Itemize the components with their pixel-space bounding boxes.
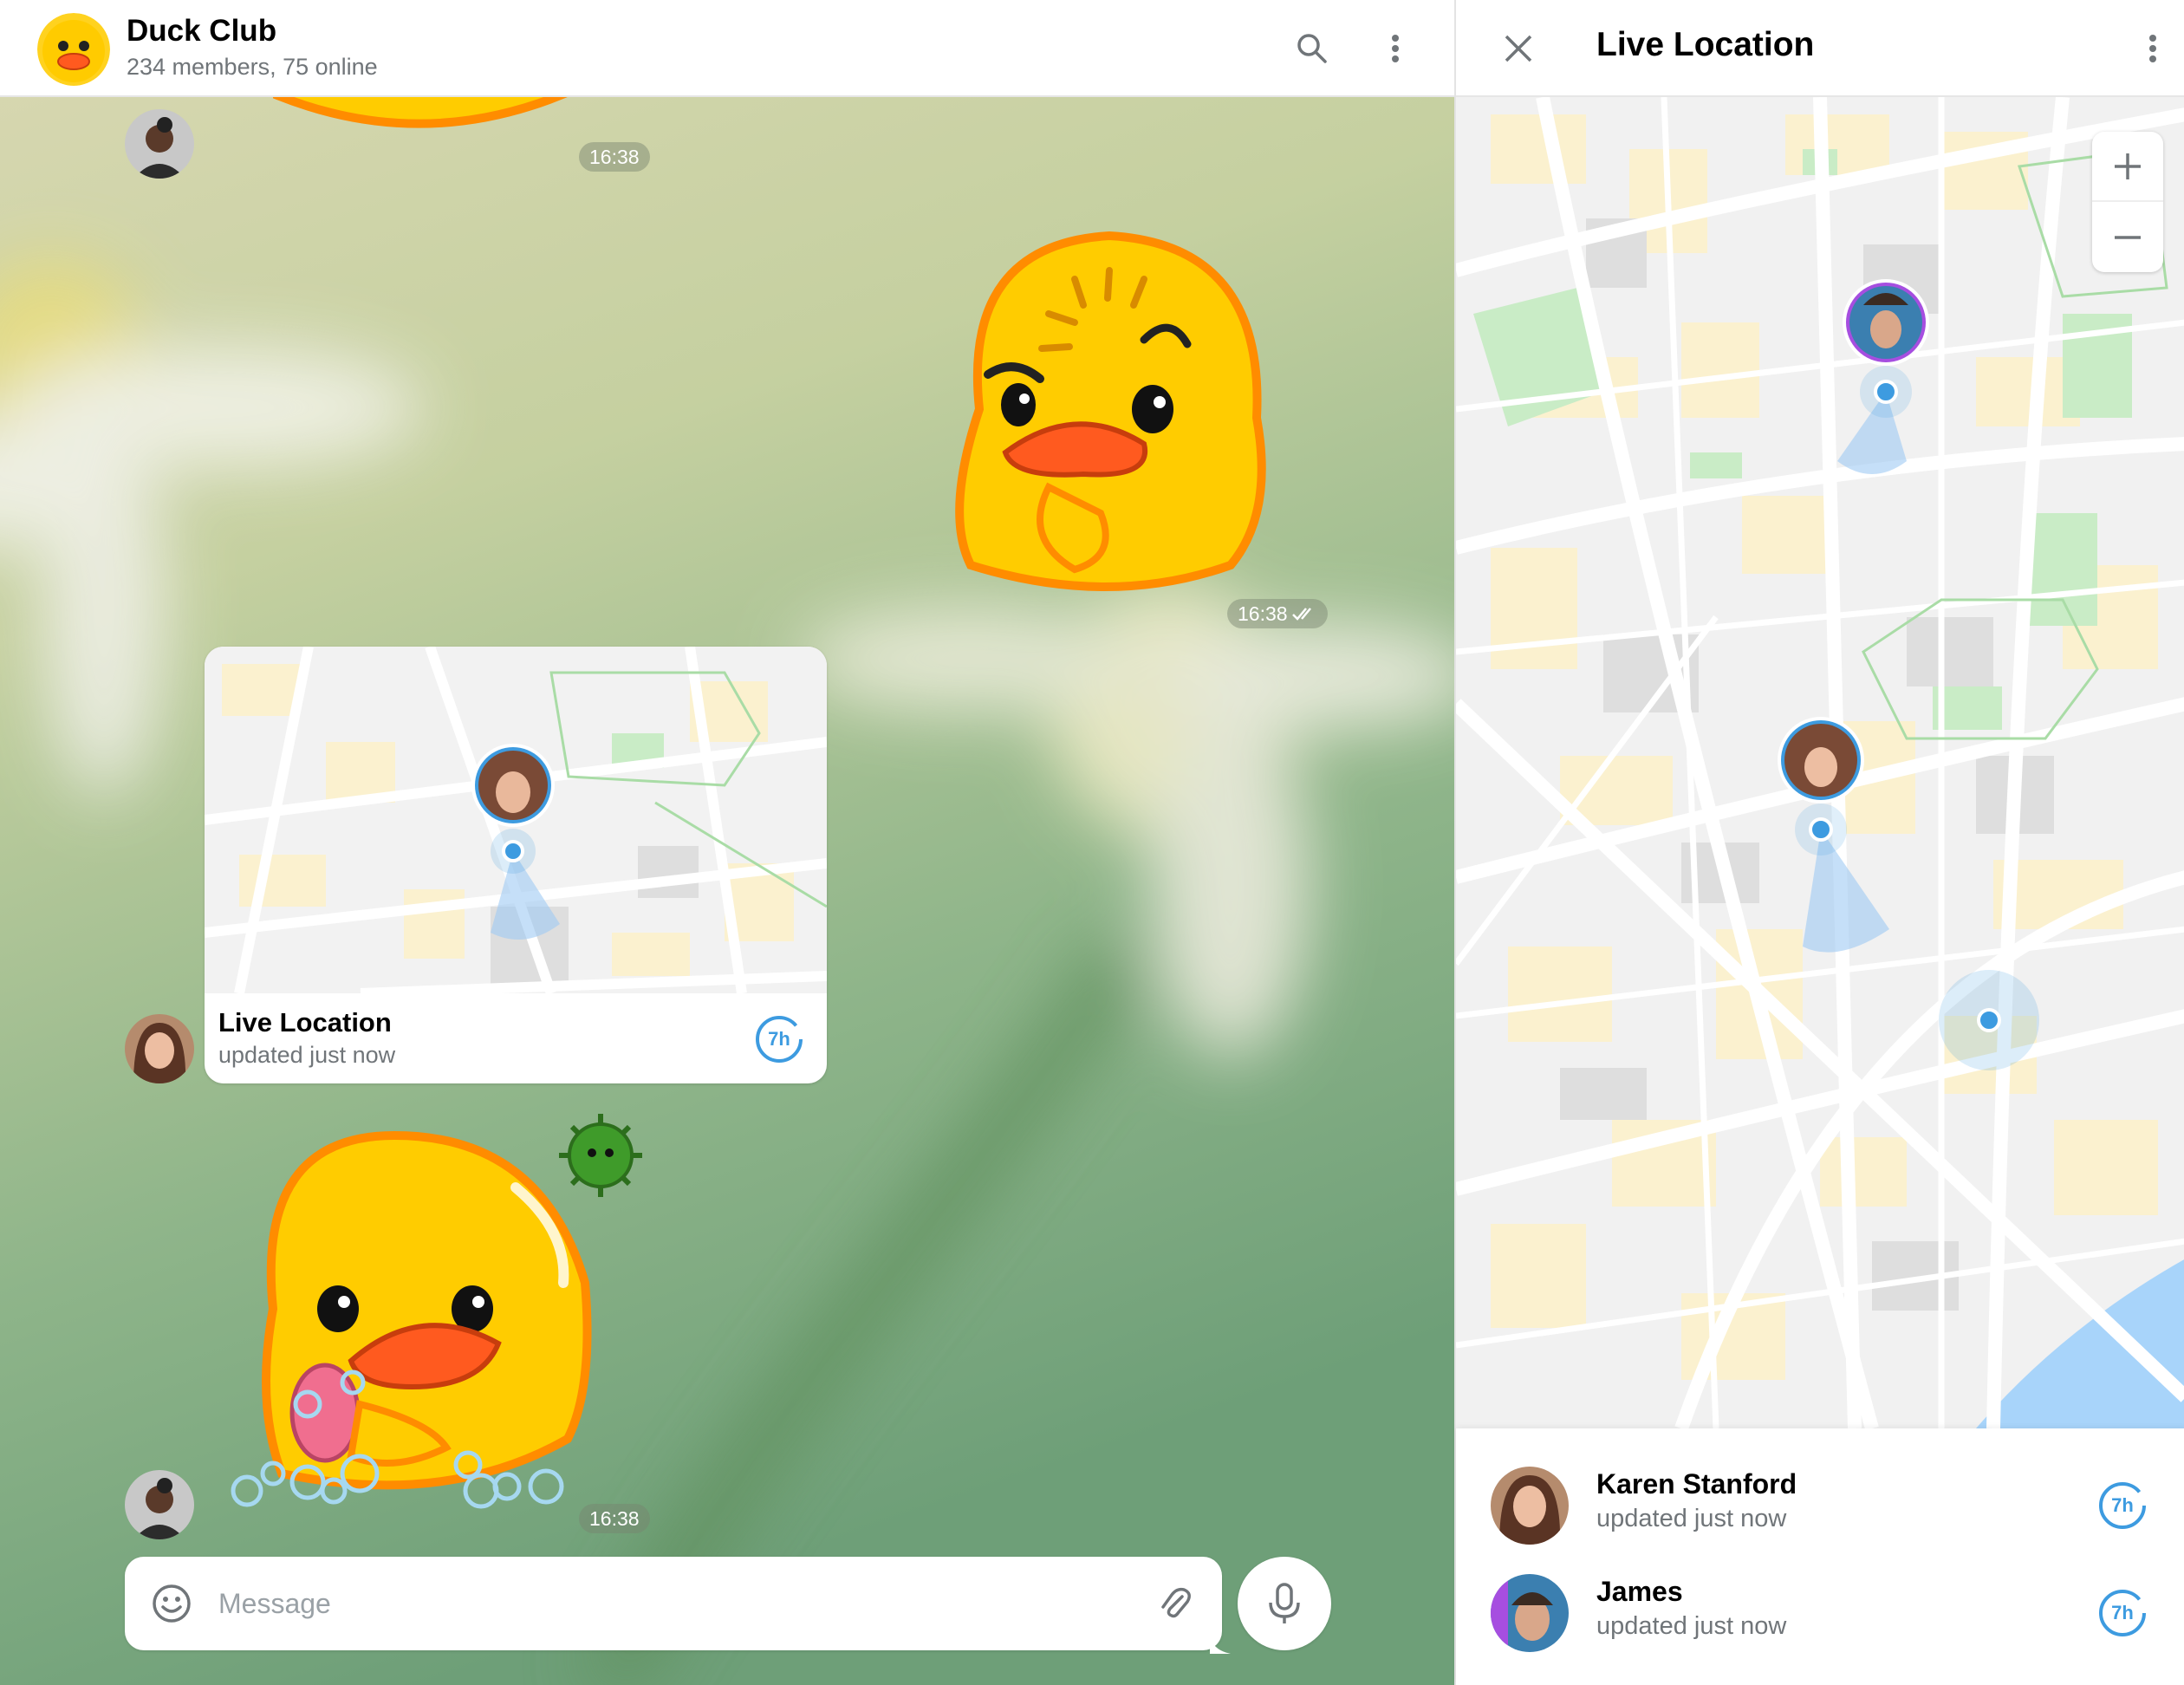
- person-row-karen[interactable]: Karen Stanford updated just now 7h: [1456, 1451, 2184, 1558]
- live-location-map[interactable]: [1456, 97, 2184, 1428]
- group-avatar[interactable]: [37, 13, 110, 86]
- message-composer: [125, 1557, 1231, 1654]
- avatar: [1491, 1467, 1569, 1545]
- my-location-marker: [1939, 970, 2039, 1070]
- voice-record-button[interactable]: [1238, 1557, 1331, 1650]
- sender-avatar[interactable]: [125, 1470, 194, 1539]
- message-time-outgoing: 16:38: [1227, 599, 1328, 628]
- mic-icon: [1269, 1583, 1300, 1623]
- live-timer-badge: 7h: [2097, 1588, 2148, 1638]
- live-timer-badge: 7h: [2097, 1480, 2148, 1531]
- message-input[interactable]: [218, 1579, 1085, 1628]
- more-vertical-icon[interactable]: [2125, 21, 2181, 76]
- person-row-james[interactable]: James updated just now 7h: [1456, 1558, 2184, 1666]
- zoom-in-icon[interactable]: [2092, 132, 2163, 202]
- live-timer-badge: 7h: [754, 1014, 804, 1064]
- panel-title: Live Location: [1596, 26, 1815, 63]
- live-timer-label: 7h: [2111, 1602, 2134, 1623]
- sender-avatar-karen[interactable]: [125, 1014, 194, 1083]
- message-time: 16:38: [579, 142, 650, 172]
- virus-emoji: [559, 1114, 642, 1197]
- live-timer-label: 7h: [768, 1028, 790, 1050]
- location-title: Live Location: [218, 1007, 392, 1038]
- location-updated-status: updated just now: [218, 1042, 396, 1068]
- emoji-icon[interactable]: [151, 1583, 192, 1624]
- composer-tail: [1210, 1636, 1231, 1654]
- sharing-people-list: Karen Stanford updated just now 7h James…: [1456, 1428, 2184, 1685]
- message-time: 16:38: [579, 1504, 650, 1533]
- sender-avatar[interactable]: [125, 109, 194, 179]
- location-preview-map[interactable]: [205, 647, 827, 993]
- person-status: updated just now: [1596, 1612, 1787, 1640]
- chat-header: Duck Club 234 members, 75 online: [0, 0, 1454, 97]
- message-time: 16:38: [1238, 602, 1288, 625]
- chat-title[interactable]: Duck Club: [127, 14, 276, 49]
- chat-pane: Duck Club 234 members, 75 online 16:38 1…: [0, 0, 1454, 1685]
- live-location-panel: Live Location Karen Stanford updated jus…: [1454, 0, 2184, 1685]
- read-checks-icon: [1291, 608, 1311, 621]
- search-icon[interactable]: [1284, 21, 1340, 76]
- attach-icon[interactable]: [1154, 1583, 1196, 1624]
- person-name: James: [1596, 1576, 1683, 1607]
- zoom-controls: [2092, 132, 2163, 272]
- zoom-out-icon[interactable]: [2092, 202, 2163, 272]
- close-icon[interactable]: [1491, 21, 1546, 76]
- live-timer-label: 7h: [2111, 1494, 2134, 1516]
- person-name: Karen Stanford: [1596, 1468, 1797, 1500]
- thinking-duck-sticker[interactable]: [945, 227, 1274, 600]
- person-status: updated just now: [1596, 1505, 1787, 1532]
- chat-member-count: 234 members, 75 online: [127, 54, 378, 80]
- live-location-message[interactable]: Live Location updated just now 7h: [205, 647, 827, 1083]
- soap-duck-sticker[interactable]: [221, 1109, 654, 1517]
- panel-header: Live Location: [1456, 0, 2184, 97]
- avatar: [1491, 1574, 1569, 1652]
- more-vertical-icon[interactable]: [1368, 21, 1423, 76]
